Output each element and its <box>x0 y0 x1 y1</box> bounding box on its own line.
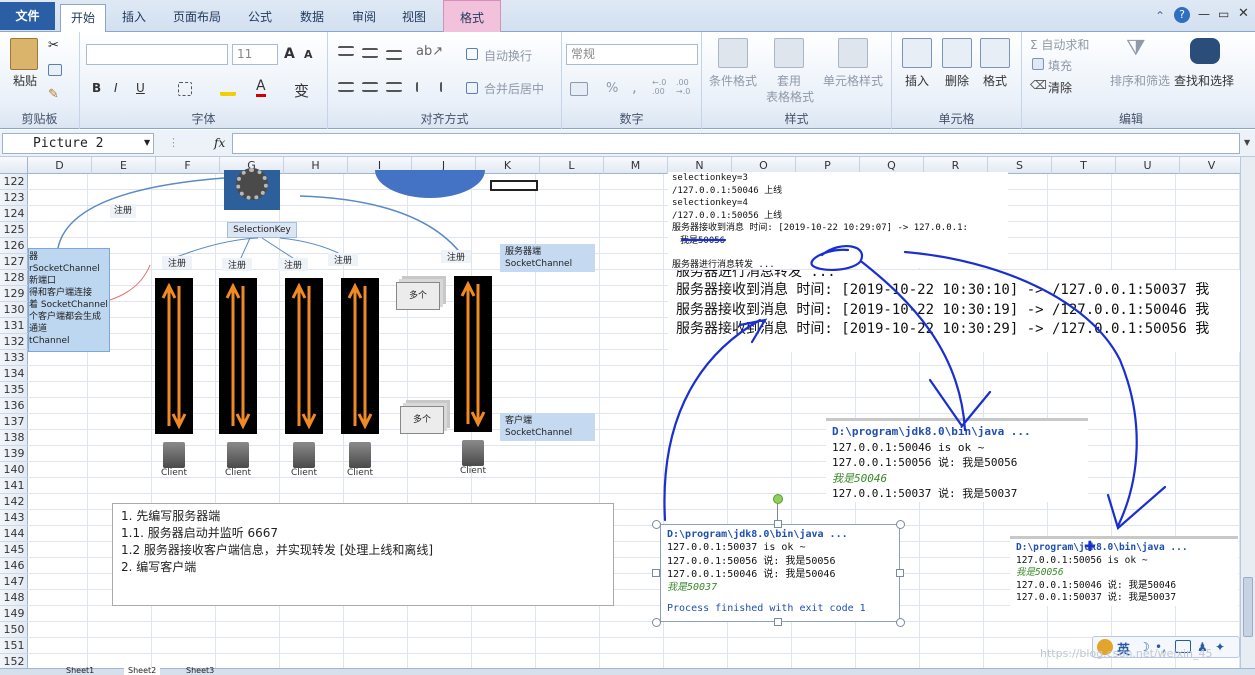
sheet-tabs-bar: Sheet1 Sheet2 Sheet3 <box>0 667 1255 675</box>
sheet-tab-2[interactable]: Sheet2 <box>124 667 161 675</box>
vertical-scrollbar[interactable] <box>1240 157 1255 668</box>
sheet-tab-1[interactable]: Sheet1 <box>66 667 94 675</box>
scroll-thumb[interactable] <box>1243 577 1253 637</box>
ime-settings-icon[interactable]: ✦ <box>1215 640 1225 654</box>
svg-text:✚: ✚ <box>1084 539 1096 555</box>
ink-annotations: ✚ <box>663 238 1167 555</box>
watermark-text: https://blog.csdn.net/weixin_45 <box>1040 647 1213 660</box>
sheet-tab-3[interactable]: Sheet3 <box>186 667 214 675</box>
